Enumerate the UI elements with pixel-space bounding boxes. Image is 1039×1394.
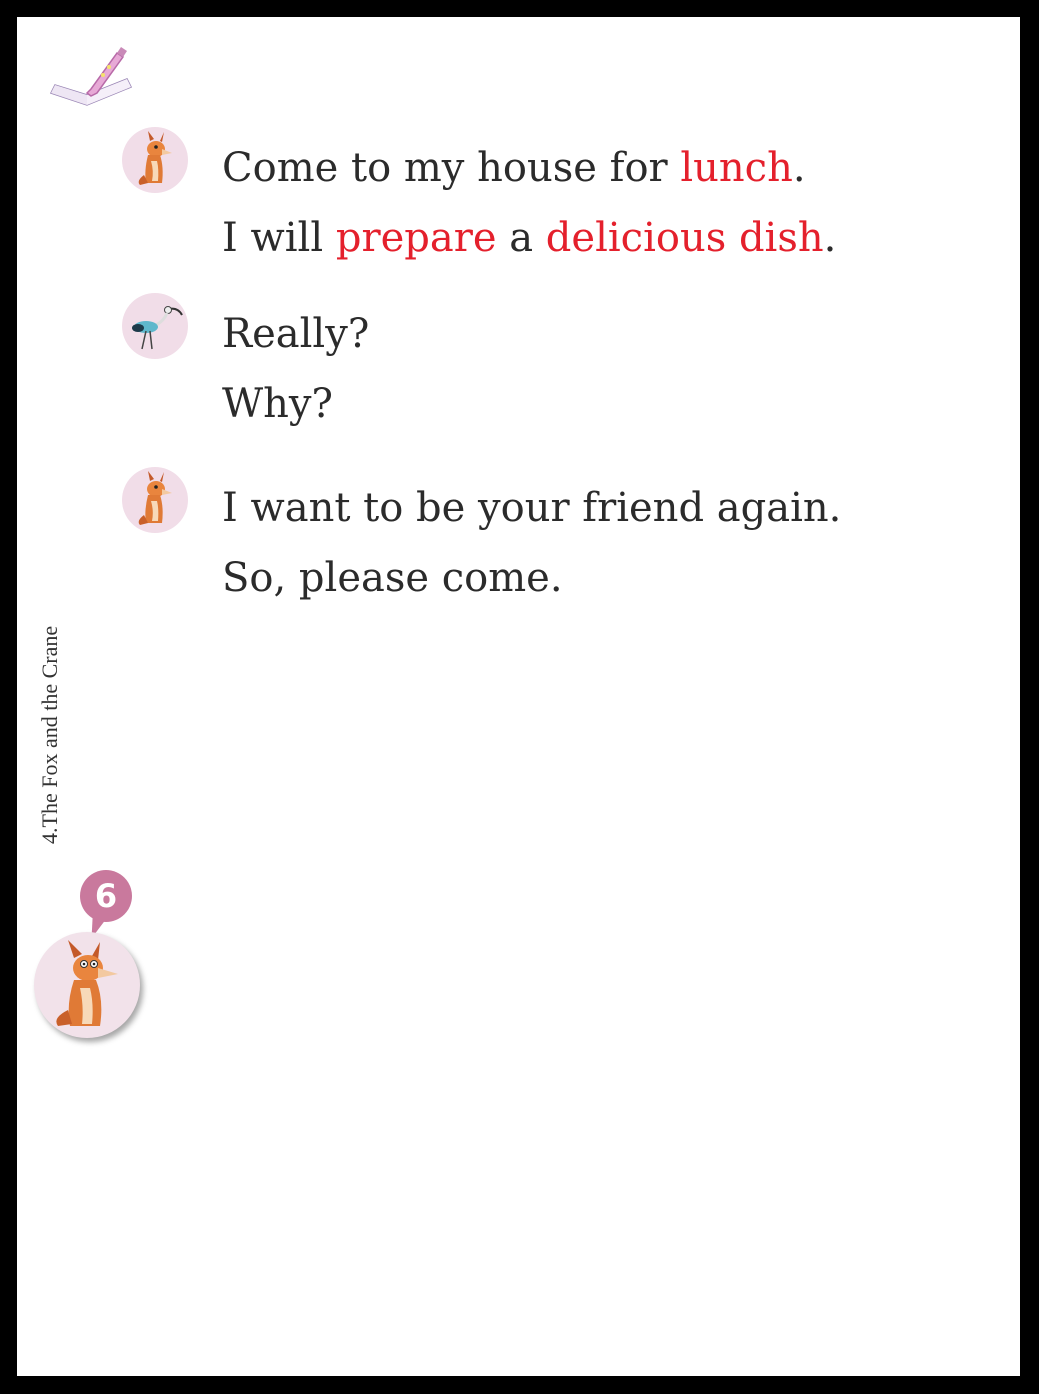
book-pen-icon: [49, 47, 133, 106]
dialog-line: Why?: [222, 369, 369, 439]
dialog-text: .: [792, 145, 806, 191]
dialog-text: So, please come.: [222, 555, 563, 601]
fox-avatar: [122, 127, 188, 193]
dialog-line: So, please come.: [222, 543, 841, 613]
dialog-text: .: [823, 215, 837, 261]
highlighted-word: delicious dish: [545, 215, 824, 261]
dialog-text: I will: [222, 215, 336, 261]
chapter-title: 4.The Fox and the Crane: [37, 625, 62, 844]
crane-icon: [132, 306, 183, 350]
dialog-text: Why?: [222, 381, 333, 427]
highlighted-word: prepare: [335, 215, 497, 261]
page-number-badge: 6: [80, 870, 132, 922]
page: Come to my house for lunch. I will prepar…: [17, 17, 1020, 1376]
dialog-line: I want to be your friend again.: [222, 473, 841, 543]
character-avatar[interactable]: [34, 932, 140, 1038]
fox-icon: [138, 471, 172, 525]
dialog-text: Really?: [222, 311, 370, 357]
highlighted-word: lunch: [680, 145, 793, 191]
fox-icon: [56, 940, 118, 1026]
crane-avatar: [122, 293, 188, 359]
dialog-text: a: [496, 215, 546, 261]
dialog-text: I want to be your friend again.: [222, 485, 842, 531]
dialog-line: Really?: [222, 299, 369, 369]
dialog-line: Come to my house for lunch.: [222, 133, 836, 203]
fox-avatar: [122, 467, 188, 533]
dialog-text: Come to my house for: [222, 145, 681, 191]
dialog-line: I will prepare a delicious dish.: [222, 203, 836, 273]
fox-icon: [138, 131, 172, 185]
